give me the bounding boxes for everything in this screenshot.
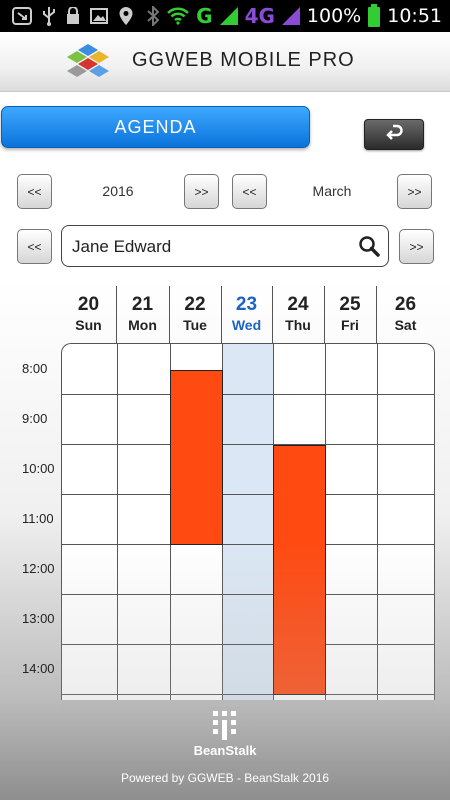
day-number: 22 xyxy=(184,294,206,315)
day-gridline xyxy=(377,344,378,700)
app-logo-icon xyxy=(64,42,112,82)
day-number: 23 xyxy=(235,294,258,315)
day-number: 24 xyxy=(287,294,309,315)
day-header-divider xyxy=(272,286,273,344)
status-bar: G 4G 100% 10:51 xyxy=(0,0,450,32)
day-number: 20 xyxy=(77,294,100,315)
day-header-thu[interactable]: 24 Thu xyxy=(272,290,324,340)
day-gridline xyxy=(117,344,118,700)
today-column-highlight xyxy=(222,344,273,700)
person-prev-button[interactable]: << xyxy=(17,229,52,264)
day-header-divider xyxy=(221,286,222,344)
day-header-sat[interactable]: 26 Sat xyxy=(376,290,435,340)
bluetooth-icon xyxy=(146,6,160,26)
year-next-button[interactable]: >> xyxy=(184,174,219,209)
agenda-button[interactable]: AGENDA xyxy=(1,106,310,148)
back-button[interactable] xyxy=(364,119,424,150)
person-next-button[interactable]: >> xyxy=(399,229,434,264)
usb-icon xyxy=(42,6,56,26)
lock-icon xyxy=(66,7,80,25)
time-label: 9:00 xyxy=(22,411,48,426)
calendar-event[interactable] xyxy=(273,445,326,695)
app-header: GGWEB MOBILE PRO xyxy=(0,32,450,92)
beanstalk-brand: BeanStalk xyxy=(193,743,257,758)
calendar-event[interactable] xyxy=(170,370,223,545)
calendar-grid[interactable] xyxy=(61,343,435,700)
month-label: March xyxy=(312,183,352,199)
powered-by-text: Powered by GGWEB - BeanStalk 2016 xyxy=(120,771,330,785)
time-label: 12:00 xyxy=(22,561,55,576)
day-name: Mon xyxy=(128,317,157,333)
wifi-icon xyxy=(166,7,190,25)
notification-icon xyxy=(12,7,32,25)
day-header-fri[interactable]: 25 Fri xyxy=(324,290,376,340)
day-header-divider xyxy=(169,286,170,344)
battery-icon xyxy=(367,4,381,28)
location-icon xyxy=(118,6,134,26)
image-icon xyxy=(90,8,108,24)
time-label: 14:00 xyxy=(22,661,55,676)
day-number: 21 xyxy=(131,294,154,315)
year-prev-button[interactable]: << xyxy=(17,174,52,209)
app-title: GGWEB MOBILE PRO xyxy=(132,49,355,71)
person-search-field[interactable]: Jane Edward xyxy=(61,225,389,267)
day-header-mon[interactable]: 21 Mon xyxy=(116,290,169,340)
day-name: Wed xyxy=(231,317,262,333)
day-name: Fri xyxy=(341,317,359,333)
day-name: Tue xyxy=(183,317,207,333)
signal-icon-secondary xyxy=(281,6,301,26)
clock: 10:51 xyxy=(387,5,442,27)
day-number: 25 xyxy=(339,294,361,315)
day-header-tue[interactable]: 22 Tue xyxy=(169,290,221,340)
network-4g-label: 4G xyxy=(244,4,275,28)
time-label: 8:00 xyxy=(22,361,48,376)
day-header-wed[interactable]: 23 Wed xyxy=(221,290,272,340)
beanstalk-logo-icon xyxy=(209,709,241,741)
signal-icon xyxy=(219,6,239,26)
day-header-divider xyxy=(116,286,117,344)
day-name: Sat xyxy=(394,317,417,333)
network-g-label: G xyxy=(196,4,213,28)
day-name: Sun xyxy=(75,317,102,333)
time-label: 10:00 xyxy=(22,461,55,476)
year-label: 2016 xyxy=(102,183,134,199)
day-header-divider xyxy=(324,286,325,344)
day-header-sun[interactable]: 20 Sun xyxy=(61,290,116,340)
day-header-divider xyxy=(376,286,377,344)
search-icon[interactable] xyxy=(358,235,380,257)
battery-percent: 100% xyxy=(306,5,362,27)
time-label: 11:00 xyxy=(22,511,54,526)
day-name: Thu xyxy=(285,317,311,333)
day-number: 26 xyxy=(394,294,417,315)
back-arrow-icon xyxy=(384,123,404,146)
month-next-button[interactable]: >> xyxy=(397,174,432,209)
month-prev-button[interactable]: << xyxy=(232,174,267,209)
time-label: 13:00 xyxy=(22,611,55,626)
person-name: Jane Edward xyxy=(72,237,172,256)
